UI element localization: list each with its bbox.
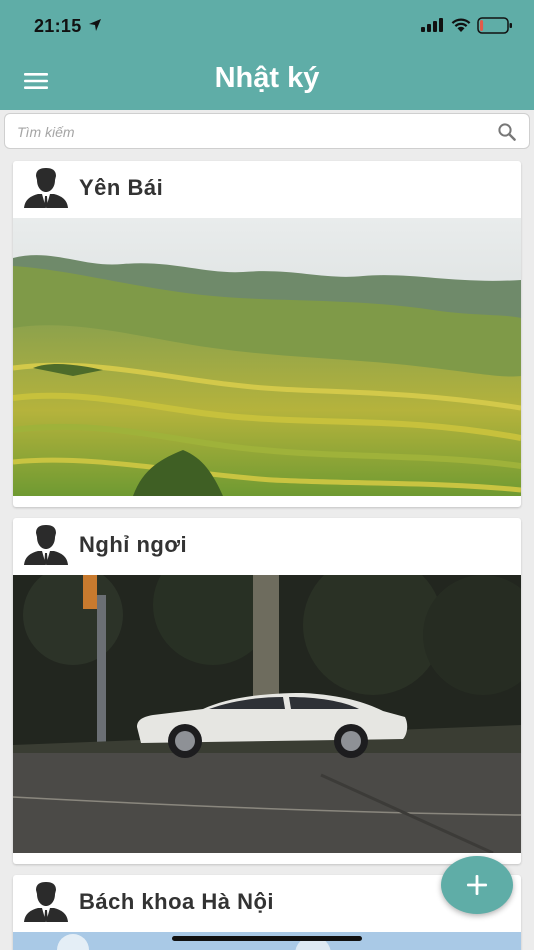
card-photo-car-night (13, 575, 521, 853)
diary-card[interactable]: Yên Bái (13, 161, 521, 507)
card-photo-sky (13, 932, 521, 950)
plus-icon (467, 875, 487, 895)
search-bar (4, 113, 530, 149)
status-time: 21:15 (34, 16, 82, 36)
user-avatar-icon (24, 525, 68, 565)
card-title: Bách khoa Hà Nội (79, 889, 275, 914)
add-entry-button[interactable] (441, 856, 513, 914)
battery-low-icon (477, 17, 512, 34)
card-header: Nghỉ ngơi (13, 518, 521, 575)
cellular-signal-icon (421, 18, 443, 32)
search-icon[interactable] (497, 122, 517, 142)
app-header: 21:15 Nhật ký (0, 0, 534, 110)
user-avatar-icon (24, 168, 68, 208)
card-header: Yên Bái (13, 161, 521, 218)
card-title: Yên Bái (79, 175, 164, 200)
wifi-icon (451, 18, 471, 32)
diary-card[interactable]: Nghỉ ngơi (13, 518, 521, 864)
user-avatar-icon (24, 882, 68, 922)
page-title: Nhật ký (214, 62, 320, 94)
location-arrow-icon (89, 19, 101, 31)
search-input[interactable] (17, 121, 487, 143)
card-title: Nghỉ ngơi (79, 532, 188, 557)
status-bar: 21:15 (0, 0, 534, 52)
home-indicator (172, 936, 362, 941)
card-photo-rice-terraces (13, 218, 521, 496)
